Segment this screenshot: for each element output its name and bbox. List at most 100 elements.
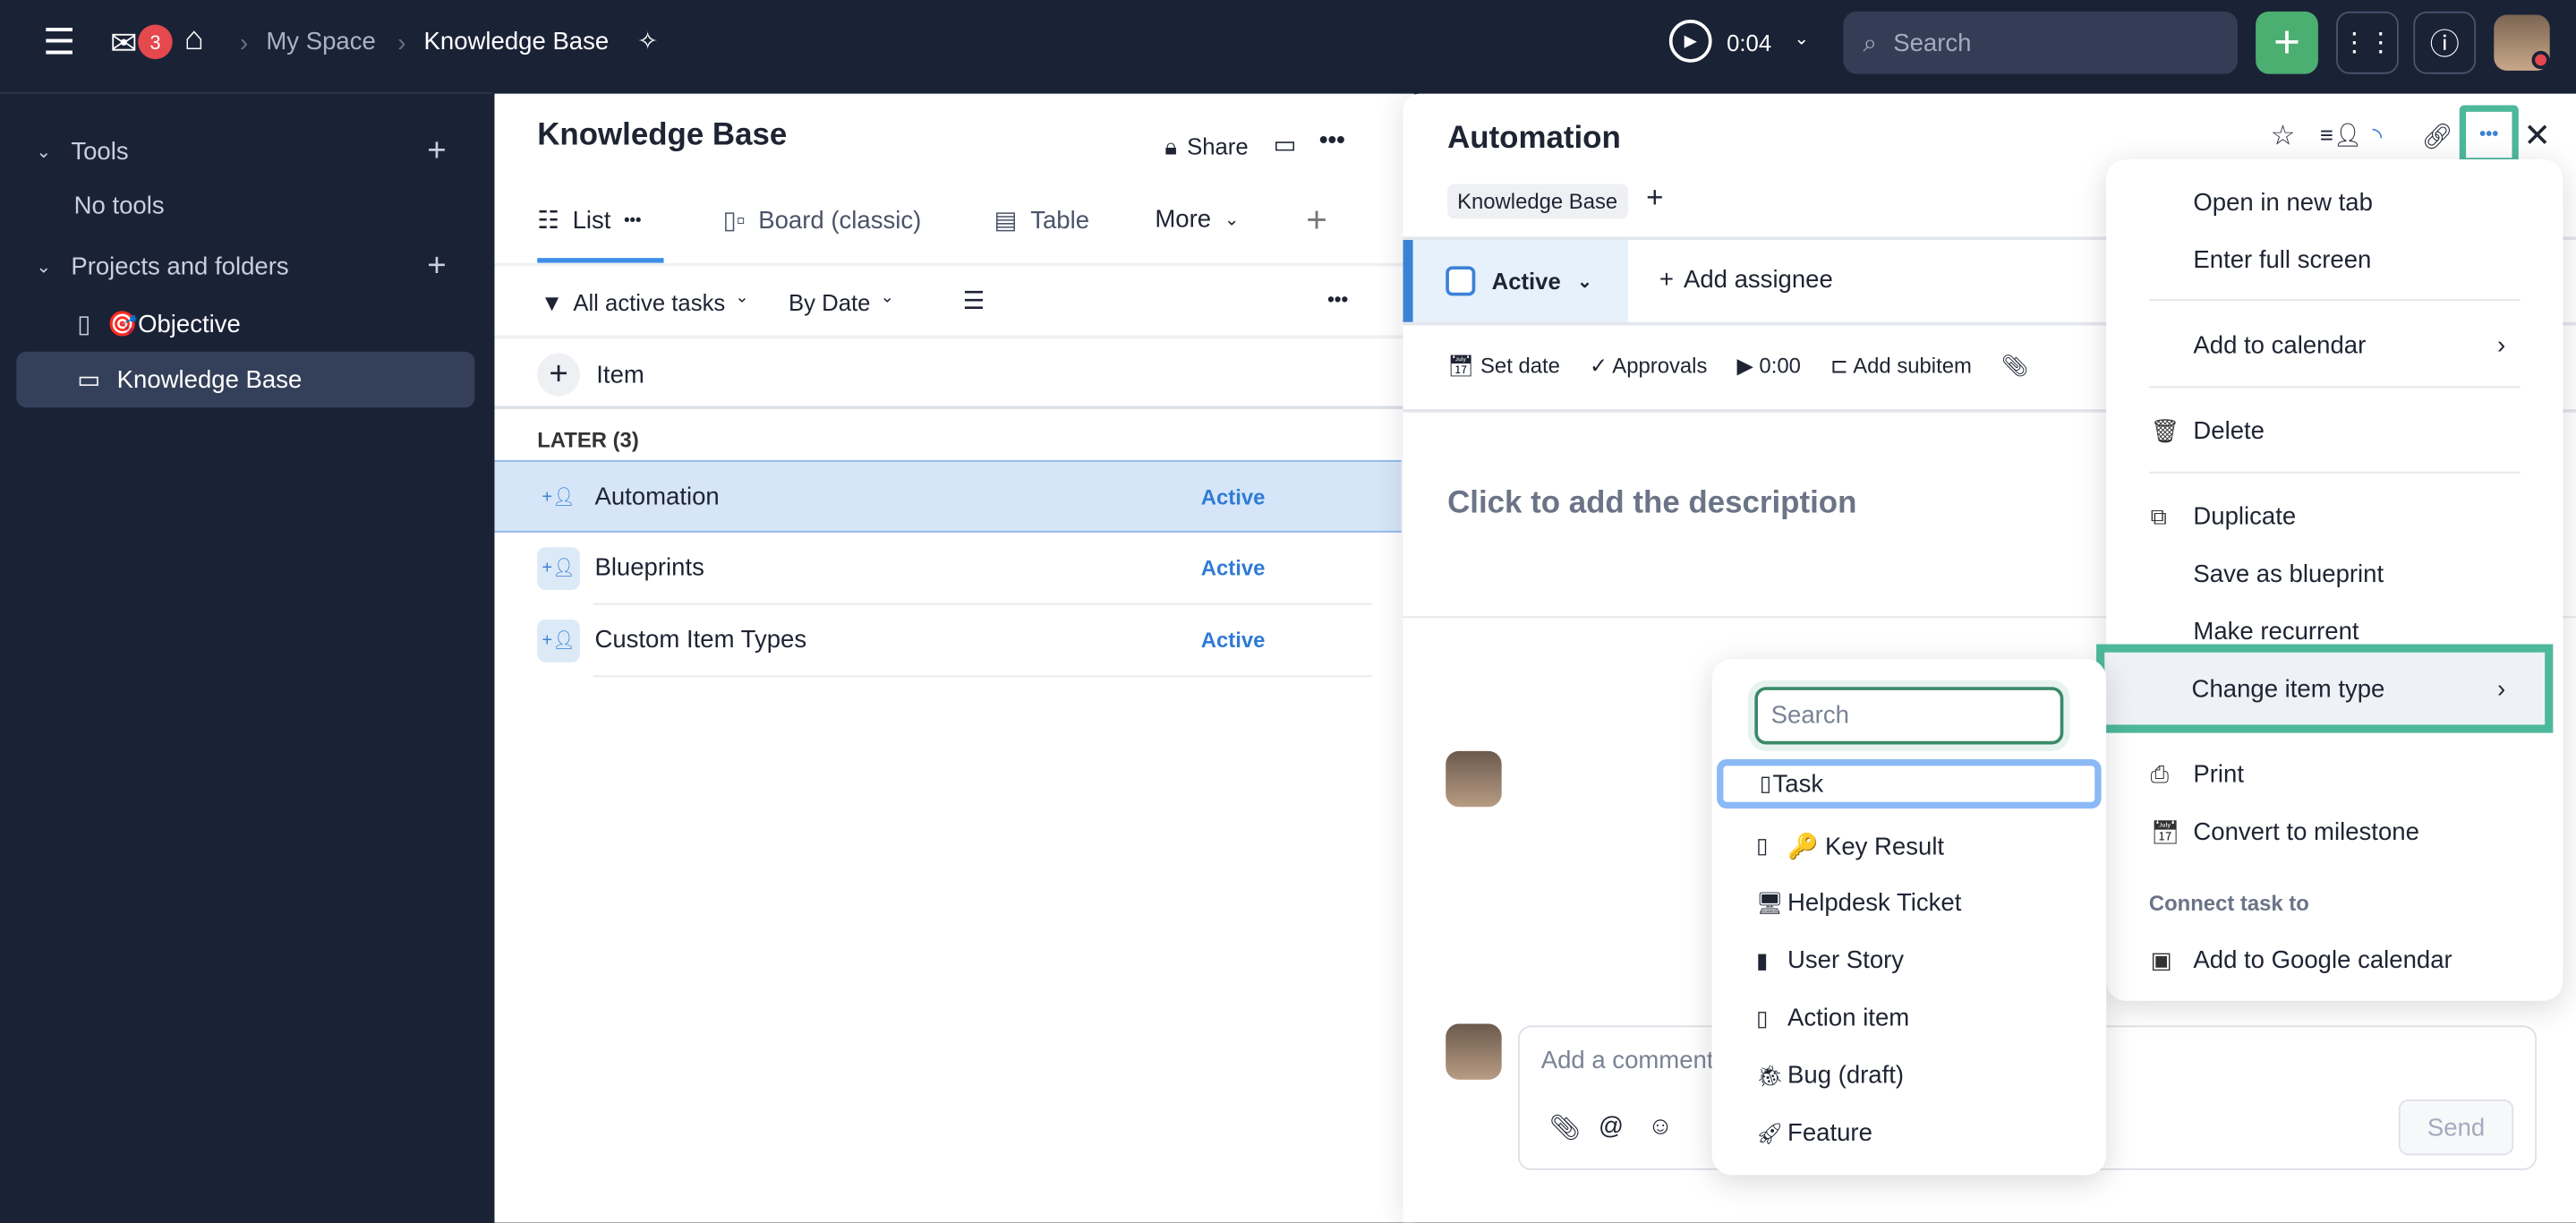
- more-options-icon[interactable]: •••: [1319, 126, 1345, 154]
- menu-item-convert-milestone[interactable]: 📅︎ Convert to milestone: [2106, 804, 2563, 861]
- sidebar-section-projects[interactable]: ⌄ Projects and folders +: [0, 238, 493, 294]
- create-button[interactable]: +: [2256, 11, 2318, 74]
- filter-dropdown[interactable]: ▼ All active tasks ⌄: [541, 289, 749, 315]
- description-placeholder[interactable]: Click to add the description: [1447, 486, 1856, 522]
- calendar-icon: 📅︎: [2150, 818, 2180, 845]
- breadcrumb-knowledge-base[interactable]: Knowledge Base: [424, 28, 610, 56]
- filter-label: All active tasks: [573, 289, 726, 316]
- table-row[interactable]: +👤︎ Automation Active: [494, 459, 1402, 533]
- chevron-down-icon: ⌄: [1224, 210, 1240, 230]
- add-assignee-icon[interactable]: +👤︎: [537, 619, 580, 662]
- help-icon[interactable]: ⓘ: [2413, 11, 2477, 74]
- approvals-button[interactable]: ✓ Approvals: [1590, 354, 1707, 380]
- attach-icon[interactable]: 📎︎: [2001, 354, 2028, 380]
- tab-list[interactable]: ☷ List •••: [537, 205, 641, 235]
- plus-icon: +: [1659, 266, 1674, 295]
- chevron-right-icon: ›: [2496, 674, 2506, 703]
- type-item-bug[interactable]: 🐞︎ Bug (draft): [1712, 1047, 2107, 1104]
- type-label: Task: [1772, 769, 1824, 799]
- inbox-icon[interactable]: ✉: [110, 23, 138, 64]
- pin-icon[interactable]: ✧: [637, 26, 658, 56]
- star-icon[interactable]: ☆: [2271, 120, 2296, 153]
- status-badge[interactable]: Active: [1201, 484, 1266, 509]
- sidebar-item-knowledge-base[interactable]: ▭ Knowledge Base: [16, 351, 475, 408]
- checkbox[interactable]: [1446, 266, 1476, 296]
- hamburger-menu-icon[interactable]: ☰: [39, 21, 79, 63]
- status-badge[interactable]: Active: [1201, 555, 1266, 580]
- add-tag-icon[interactable]: +: [1646, 181, 1663, 216]
- more-icon[interactable]: •••: [624, 211, 641, 229]
- set-date-button[interactable]: 📅︎ Set date: [1447, 354, 1560, 380]
- sort-dropdown[interactable]: By Date ⌄: [789, 289, 894, 315]
- approvals-label: Approvals: [1612, 353, 1708, 379]
- folder-icon[interactable]: ▭: [1274, 130, 1297, 159]
- close-icon[interactable]: ✕: [2523, 115, 2551, 156]
- type-item-helpdesk[interactable]: 🖥︎ Helpdesk Ticket: [1712, 874, 2107, 931]
- play-timer-icon[interactable]: ▶: [1668, 20, 1712, 63]
- more-actions-button[interactable]: •••: [2459, 105, 2519, 165]
- apps-grid-icon[interactable]: ⋮⋮: [2336, 11, 2399, 74]
- emoji-icon[interactable]: ☺: [1648, 1113, 1673, 1141]
- sidebar-section-tools[interactable]: ⌄ Tools +: [0, 124, 493, 179]
- type-item-key-result[interactable]: ▯ 🔑 Key Result: [1712, 817, 2107, 874]
- type-search-input[interactable]: Search: [1754, 687, 2064, 745]
- table-row[interactable]: +👤︎ Blueprints Active: [537, 533, 1372, 605]
- tab-label: Board (classic): [758, 206, 922, 235]
- time-tracker-button[interactable]: ▶ 0:00: [1736, 354, 1800, 380]
- menu-item-duplicate[interactable]: ⧉ Duplicate: [2106, 488, 2563, 545]
- add-assignee-button[interactable]: + Add assignee: [1659, 266, 1833, 294]
- rss-icon[interactable]: ◝: [2372, 122, 2382, 151]
- link-icon[interactable]: 🔗︎: [2422, 122, 2453, 151]
- type-item-feature[interactable]: 🚀︎ Feature: [1712, 1104, 2107, 1161]
- tab-label: Table: [1030, 206, 1090, 235]
- menu-item-add-to-calendar[interactable]: Add to calendar ›: [2106, 317, 2563, 374]
- type-item-action-item[interactable]: ▯ Action item: [1712, 989, 2107, 1047]
- time-label: 0:00: [1759, 353, 1801, 379]
- task-title[interactable]: Automation: [1447, 122, 1621, 158]
- menu-item-change-item-type[interactable]: Change item type ›: [2096, 644, 2554, 733]
- add-tool-icon[interactable]: +: [427, 133, 446, 170]
- folder-icon: ▭: [77, 366, 101, 395]
- attach-icon[interactable]: 📎︎: [1549, 1113, 1581, 1142]
- share-button[interactable]: 🔒︎ Share: [1164, 133, 1248, 161]
- add-project-icon[interactable]: +: [427, 247, 446, 285]
- folder-tag[interactable]: Knowledge Base: [1447, 184, 1628, 219]
- home-icon[interactable]: ⌂: [184, 21, 204, 59]
- menu-item-save-blueprint[interactable]: Save as blueprint: [2106, 545, 2563, 603]
- tab-more[interactable]: More ⌄: [1155, 205, 1239, 233]
- list-icon: ☷: [537, 207, 559, 235]
- send-button[interactable]: Send: [2398, 1099, 2514, 1156]
- more-options-icon[interactable]: •••: [1327, 287, 1348, 311]
- tab-label: List: [572, 206, 611, 235]
- add-assignee-icon[interactable]: +👤︎: [537, 475, 580, 517]
- sidebar-item-objective[interactable]: ▯ 🎯Objective: [0, 295, 493, 351]
- menu-item-print[interactable]: ⎙ Print: [2106, 746, 2563, 803]
- timer-value[interactable]: 0:04: [1727, 30, 1771, 56]
- menu-item-full-screen[interactable]: Enter full screen: [2106, 232, 2563, 289]
- menu-item-open-new-tab[interactable]: Open in new tab: [2106, 175, 2563, 232]
- chevron-down-icon[interactable]: ⌄: [1794, 28, 1809, 49]
- chevron-right-icon: ›: [2496, 331, 2506, 360]
- chevron-down-icon: ⌄: [1577, 271, 1593, 292]
- user-story-icon: ▮: [1756, 947, 1769, 972]
- add-assignee-icon[interactable]: +👤︎: [537, 546, 580, 590]
- add-item-button[interactable]: + Item: [537, 353, 644, 397]
- status-dropdown[interactable]: Active ⌄: [1403, 239, 1628, 322]
- menu-item-delete[interactable]: 🗑︎ Delete: [2106, 403, 2563, 460]
- checklist-icon[interactable]: ☰: [963, 286, 985, 315]
- type-item-user-story[interactable]: ▮ User Story: [1712, 932, 2107, 989]
- tab-table[interactable]: ▤ Table: [994, 205, 1089, 235]
- inbox-badge: 3: [138, 24, 173, 60]
- menu-item-google-calendar[interactable]: ▣ Add to Google calendar: [2106, 932, 2563, 989]
- type-item-task[interactable]: ▯ Task: [1717, 759, 2102, 809]
- followers-icon[interactable]: ≡👤︎: [2320, 122, 2363, 150]
- status-badge[interactable]: Active: [1201, 628, 1266, 653]
- breadcrumb-my-space[interactable]: My Space: [266, 28, 375, 56]
- tab-board[interactable]: ▯▫ Board (classic): [723, 205, 922, 235]
- table-row[interactable]: +👤︎ Custom Item Types Active: [537, 604, 1372, 678]
- add-view-icon[interactable]: +: [1306, 199, 1327, 242]
- add-subitem-button[interactable]: ⊏ Add subitem: [1830, 354, 1972, 380]
- mention-icon[interactable]: @: [1599, 1113, 1624, 1141]
- divider: [2148, 471, 2521, 474]
- search-input[interactable]: ⌕ Search: [1843, 11, 2238, 74]
